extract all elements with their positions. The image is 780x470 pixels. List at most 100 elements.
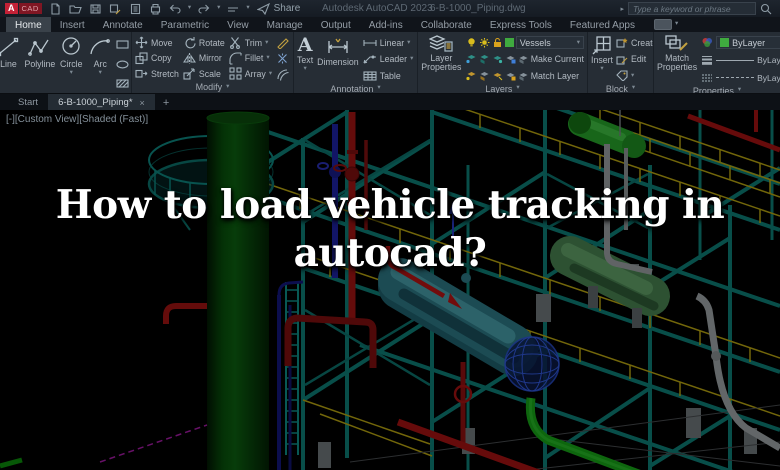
save-as-icon[interactable] xyxy=(109,3,122,15)
piping-3d-model xyxy=(0,110,780,470)
line-tool[interactable]: Line xyxy=(0,35,21,69)
tab-insert[interactable]: Insert xyxy=(51,17,94,32)
table-tool[interactable]: Table xyxy=(363,68,414,84)
start-tab[interactable]: Start xyxy=(8,94,48,111)
mirror-tool[interactable]: Mirror xyxy=(182,51,225,67)
insert-caret-icon[interactable]: ▾ xyxy=(600,66,603,73)
stretch-tool[interactable]: Stretch xyxy=(135,66,179,82)
new-file-icon[interactable] xyxy=(49,2,62,15)
layer-tool-icon xyxy=(466,55,476,64)
linetype-row[interactable]: ByLayer xyxy=(701,70,780,86)
layer-dropdown[interactable]: Vessels ▾ xyxy=(515,36,584,50)
create-block-tool[interactable]: Create xyxy=(616,35,653,51)
undo-caret-icon[interactable]: ▾ xyxy=(188,5,191,12)
tab-express-tools[interactable]: Express Tools xyxy=(481,17,561,32)
trim-caret-icon[interactable]: ▾ xyxy=(265,39,268,47)
visual-style-control[interactable]: [Shaded (Fast)] xyxy=(79,114,148,125)
insert-block-tool[interactable]: Insert ▾ xyxy=(591,35,613,73)
move-tool[interactable]: Move xyxy=(135,35,179,51)
tab-output[interactable]: Output xyxy=(312,17,360,32)
drawing-tab[interactable]: 6-B-1000_Piping* × xyxy=(48,94,155,111)
tab-home[interactable]: Home xyxy=(6,17,51,32)
tab-collaborate[interactable]: Collaborate xyxy=(412,17,481,32)
trim-tool[interactable]: Trim ▾ xyxy=(229,35,272,51)
circle-tool[interactable]: Circle ▾ xyxy=(58,35,84,77)
offset-tool-icon[interactable] xyxy=(276,68,289,81)
viewport-menu-control[interactable]: [-] xyxy=(6,114,15,125)
array-tool[interactable]: Array ▾ xyxy=(229,66,272,82)
polyline-tool[interactable]: Polyline xyxy=(24,35,55,69)
tab-manage[interactable]: Manage xyxy=(258,17,312,32)
leader-caret-icon[interactable]: ▾ xyxy=(410,55,413,63)
layer-unlock-icon[interactable] xyxy=(492,37,503,48)
undo-icon[interactable] xyxy=(169,3,181,14)
customize-caret-icon[interactable]: ▾ xyxy=(246,5,249,12)
lineweight-row[interactable]: ByLayer xyxy=(701,53,780,69)
linear-tool[interactable]: Linear ▾ xyxy=(363,35,414,51)
layer-on-bulb-icon[interactable] xyxy=(466,37,477,48)
leader-tool[interactable]: Leader ▾ xyxy=(363,52,413,68)
save-icon[interactable] xyxy=(89,3,102,15)
panel-label-block[interactable]: Block ▾ xyxy=(588,84,653,94)
color-dropdown[interactable]: ByLayer ▾ xyxy=(716,36,780,50)
explode-tool-icon[interactable] xyxy=(276,52,289,65)
view-control[interactable]: [Custom View] xyxy=(15,114,79,125)
circle-flyout-caret-icon[interactable]: ▾ xyxy=(70,70,73,77)
hatch-tool[interactable]: ▾ xyxy=(116,76,131,92)
arc-flyout-caret-icon[interactable]: ▾ xyxy=(99,70,102,77)
match-properties-tool[interactable]: Match Properties xyxy=(657,35,697,72)
lineweight-icon xyxy=(702,56,713,66)
close-tab-icon[interactable]: × xyxy=(140,98,145,108)
rectangle-tool[interactable]: ▾ xyxy=(116,37,131,53)
attribute-tool[interactable]: ▾ xyxy=(616,68,653,84)
array-caret-icon[interactable]: ▾ xyxy=(269,70,272,78)
redo-caret-icon[interactable]: ▾ xyxy=(217,5,220,12)
match-layer-row[interactable]: Match Layer xyxy=(466,68,584,84)
copy-tool[interactable]: Copy xyxy=(135,51,179,67)
new-drawing-tab-button[interactable]: + xyxy=(155,94,177,111)
panel-label-properties[interactable]: Properties ▾ xyxy=(654,86,780,94)
viewport-controls: [-] [Custom View] [Shaded (Fast)] xyxy=(6,114,148,125)
layer-thaw-sun-icon[interactable] xyxy=(479,37,490,48)
autocad-logo[interactable]: A CAD xyxy=(5,3,42,14)
panel-label-draw[interactable]: Draw▾ xyxy=(0,92,131,94)
layer-properties-tool[interactable]: Layer Properties xyxy=(421,35,462,72)
ribbon-display-options[interactable]: ▾ xyxy=(653,17,678,32)
arc-tool[interactable]: Arc ▾ xyxy=(87,35,113,77)
open-file-icon[interactable] xyxy=(69,3,82,15)
redo-icon[interactable] xyxy=(198,3,210,14)
linear-caret-icon[interactable]: ▾ xyxy=(407,39,410,47)
rotate-tool[interactable]: Rotate xyxy=(183,35,225,51)
scale-tool[interactable]: Scale xyxy=(183,66,225,82)
dimension-tool[interactable]: Dimension xyxy=(317,35,359,67)
drawing-viewport[interactable]: [-] [Custom View] [Shaded (Fast)] xyxy=(0,110,780,470)
share-button[interactable]: Share xyxy=(256,2,300,15)
search-chevron-icon[interactable]: ▸ xyxy=(620,5,624,13)
customize-icon[interactable] xyxy=(227,4,239,14)
tab-annotate[interactable]: Annotate xyxy=(94,17,152,32)
tab-add-ins[interactable]: Add-ins xyxy=(360,17,412,32)
sheet-set-icon[interactable] xyxy=(129,3,142,15)
edit-block-tool[interactable]: Edit xyxy=(616,52,653,68)
tab-view[interactable]: View xyxy=(218,17,258,32)
search-input[interactable] xyxy=(628,2,756,15)
panel-label-layers[interactable]: Layers ▾ xyxy=(418,84,587,94)
erase-tool-icon[interactable] xyxy=(276,36,289,49)
tab-featured-apps[interactable]: Featured Apps xyxy=(561,17,644,32)
print-icon[interactable] xyxy=(149,3,162,15)
circle-icon xyxy=(62,37,80,55)
text-tool[interactable]: A Text ▾ xyxy=(297,35,313,73)
object-color-row[interactable]: ByLayer ▾ xyxy=(701,35,780,51)
layer-color-swatch[interactable] xyxy=(504,38,514,48)
text-caret-icon[interactable]: ▾ xyxy=(303,66,306,73)
panel-label-annotation[interactable]: Annotation ▾ xyxy=(294,84,417,94)
fillet-tool[interactable]: Fillet ▾ xyxy=(229,51,272,67)
layer-tool-icon xyxy=(519,56,528,65)
tab-parametric[interactable]: Parametric xyxy=(152,17,218,32)
search-icon[interactable] xyxy=(760,3,772,15)
panel-properties: Match Properties ByLayer ▾ xyxy=(654,32,780,93)
fillet-caret-icon[interactable]: ▾ xyxy=(266,54,269,62)
ellipse-tool[interactable]: ▾ xyxy=(116,57,131,73)
panel-label-modify[interactable]: Modify ▾ xyxy=(132,82,293,94)
make-current-row[interactable]: Make Current xyxy=(466,52,584,68)
